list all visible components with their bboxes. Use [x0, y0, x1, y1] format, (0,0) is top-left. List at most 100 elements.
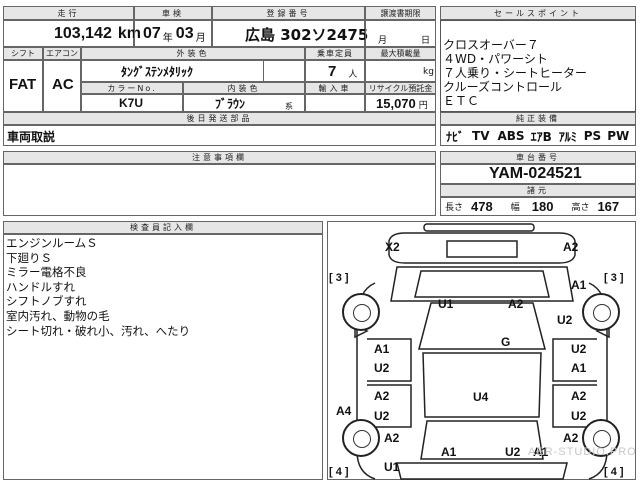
- damage-mark: A2: [563, 431, 579, 445]
- aircon-value: AC: [52, 76, 74, 93]
- exterior-value: ﾀﾝｸﾞｽﾃﾝﾒﾀﾘｯｸ: [121, 64, 194, 79]
- plate-value: 広島 302ソ2475: [245, 25, 369, 44]
- recycle-number: 15,070: [376, 95, 416, 111]
- inspector-header: 検査員記入欄: [3, 221, 323, 234]
- inspector-line: ハンドルすれ: [6, 279, 75, 294]
- accessories-cell: [3, 125, 436, 146]
- exterior-header: 外装色: [81, 47, 305, 60]
- interior-header: 内装色: [183, 82, 305, 94]
- inspection-year: 07: [143, 25, 161, 42]
- damage-mark: A2: [384, 431, 400, 445]
- mileage-header: 走行: [3, 6, 134, 20]
- equipment-nav: ﾅﾋﾞ: [446, 129, 465, 144]
- inspection-month: 03: [175, 25, 194, 42]
- damage-mark: A2: [508, 297, 524, 311]
- chassis-value: YAM-024521: [489, 165, 582, 182]
- damage-mark: U2: [571, 409, 587, 423]
- interior-value: ﾌﾞﾗｳﾝ: [215, 96, 246, 111]
- equipment-abs: ABS: [497, 129, 525, 143]
- manual-label: 車両取説: [7, 129, 56, 144]
- tyre-front-left: [342, 293, 380, 331]
- transfer-month: 月: [378, 36, 388, 46]
- equipment-ps: PS: [583, 129, 602, 143]
- damage-mark: U2: [374, 409, 390, 423]
- inspector-line: ミラー電格不良: [6, 265, 87, 280]
- transfer-header: 譲渡書期限: [365, 6, 436, 20]
- damage-mark: U1: [438, 297, 454, 311]
- tyre-front-right: [582, 293, 620, 331]
- watermark: AER-STUDIO.PRO: [528, 446, 637, 458]
- damage-mark: U2: [374, 361, 390, 375]
- tread-front-left: [ 3 ]: [329, 272, 349, 284]
- color-no-value: K7U: [119, 96, 144, 110]
- aircon-header: エアコン: [43, 47, 81, 60]
- tread-front-right: [ 3 ]: [604, 272, 624, 284]
- sales-point: ４WD・パワーシト: [443, 52, 548, 66]
- inspector-line: シフトノブすれ: [6, 294, 87, 309]
- capacity-unit: 人: [348, 70, 358, 80]
- sales-points-list: クロスオーバー７ ４WD・パワーシト ７人乗り・シートヒーター クルーズコントロ…: [443, 38, 587, 108]
- damage-mark: A1: [571, 361, 587, 375]
- height-value: 167: [597, 199, 620, 214]
- inspector-line: 室内汚れ、動物の毛: [6, 308, 110, 323]
- damage-mark: G: [501, 335, 511, 349]
- accessories-header: 後日発送部品: [3, 112, 436, 125]
- equipment-tv: TV: [472, 129, 490, 143]
- import-header: 輸入車: [305, 82, 365, 94]
- tyre-rear-left: [342, 419, 380, 457]
- inspector-line: エンジンルームＳ: [6, 236, 98, 250]
- capacity-header: 乗車定員: [305, 47, 365, 60]
- inspection-value: 07 年 03 月: [143, 22, 206, 46]
- equipment-pw: PW: [607, 129, 630, 143]
- damage-mark: A4: [336, 404, 352, 418]
- dims-row: 長さ 478 幅 180 高さ 167: [440, 197, 636, 216]
- sales-header: セールスポイント: [440, 6, 636, 20]
- recycle-header: リサイクル預託金: [365, 82, 436, 94]
- capacity-number: 7: [328, 62, 337, 80]
- equipment-header: 純正装備: [440, 112, 636, 125]
- equipment-airbag: ｴｱB: [530, 129, 552, 144]
- damage-mark: A2: [571, 389, 587, 403]
- tread-rear-left: [ 4 ]: [329, 466, 349, 478]
- damage-mark: A1: [374, 342, 390, 356]
- notes-cell: [3, 164, 436, 216]
- tread-rear-right: [ 4 ]: [604, 466, 624, 478]
- damage-mark: A2: [563, 240, 579, 254]
- damage-mark: U4: [473, 390, 489, 404]
- damage-mark: X2: [385, 240, 400, 254]
- inspection-header: 車検: [134, 6, 212, 20]
- shift-header: シフト: [3, 47, 43, 60]
- mileage-number: 103,142: [54, 25, 112, 42]
- mileage-value: 103,142 km: [54, 22, 141, 46]
- load-header: 最大積載量: [365, 47, 436, 60]
- equipment-alloy: ｱﾙﾐ: [558, 129, 577, 144]
- shift-value: FAT: [9, 76, 37, 93]
- recycle-unit: 円: [418, 101, 428, 111]
- damage-mark: A2: [374, 389, 390, 403]
- length-value: 478: [471, 199, 493, 214]
- plate-header: 登録番号: [212, 6, 365, 20]
- capacity-value: 7 人: [328, 62, 358, 81]
- inspector-line: 下廻りＳ: [6, 250, 52, 265]
- sales-point: クロスオーバー７: [443, 38, 539, 52]
- damage-mark: A1: [441, 445, 457, 459]
- color-no-header: カラーNo.: [81, 82, 183, 94]
- damage-mark: U2: [505, 445, 521, 459]
- equipment-list: ﾅﾋﾞ TV ABS ｴｱB ｱﾙﾐ PS PW: [446, 127, 629, 145]
- load-unit: kg: [423, 67, 434, 77]
- inspector-line: シート切れ・破れ小、汚れ、へたり: [6, 323, 191, 338]
- inspection-year-unit: 年: [162, 32, 173, 44]
- notes-header: 注意事項欄: [3, 151, 436, 164]
- damage-mark: U1: [384, 460, 400, 474]
- inspector-lines: エンジンルームＳ 下廻りＳ ミラー電格不良 ハンドルすれ シフトノブすれ 室内汚…: [6, 236, 190, 338]
- interior-unit: 系: [285, 102, 293, 111]
- recycle-value: 15,070 円: [376, 95, 428, 112]
- damage-mark: A1: [571, 278, 587, 292]
- sales-point: クルーズコントロール: [443, 80, 563, 94]
- dims-header: 諸元: [440, 184, 636, 197]
- transfer-day: 日: [421, 36, 431, 46]
- inspection-month-unit: 月: [195, 32, 206, 44]
- damage-mark: U2: [557, 313, 573, 327]
- sales-point: ＥＴＣ: [443, 94, 480, 108]
- height-label: 高さ: [571, 203, 590, 213]
